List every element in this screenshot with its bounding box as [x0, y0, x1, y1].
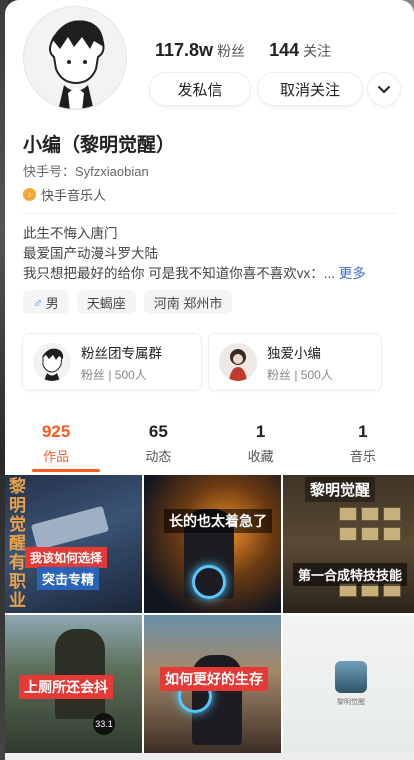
followers-label: 粉丝 — [217, 43, 246, 59]
bio-line: 我只想把最好的给你 可是我不知道你喜不喜欢vx：... 更多 — [23, 264, 403, 284]
profile-tabs: 925 作品 65 动态 1 收藏 1 音乐 — [5, 416, 414, 468]
video-thumbnail[interactable]: 黎明觉醒有职业 我该如何选择 突击专精 — [5, 475, 142, 613]
video-thumbnail[interactable]: 黎明觉醒 第一合成特技技能 — [283, 475, 414, 613]
group-title: 独爱小编 — [267, 345, 321, 361]
musician-badge-label: 快手音乐人 — [41, 188, 107, 203]
app-icon — [335, 661, 367, 693]
video-thumbnail[interactable]: 上厕所还会抖 33.1 — [5, 615, 142, 753]
character-graphic — [55, 629, 105, 719]
tab-music[interactable]: 1 音乐 — [312, 416, 414, 468]
video-caption: 长的也太着急了 — [164, 509, 272, 533]
group-subtitle: 粉丝 | 500人 — [267, 367, 333, 382]
profile-stats: 117.8w 粉丝 144 关注 — [155, 40, 331, 61]
video-badge: 33.1 — [93, 713, 115, 735]
zodiac-chip: 天蝎座 — [76, 290, 136, 314]
group-card[interactable]: 粉丝团专属群 粉丝 | 500人 — [23, 334, 201, 390]
tab-label: 音乐 — [349, 449, 376, 464]
divider — [23, 213, 395, 214]
tab-works[interactable]: 925 作品 — [5, 416, 107, 468]
video-caption: 突击专精 — [37, 567, 100, 590]
tab-moments[interactable]: 65 动态 — [107, 416, 209, 468]
video-caption: 如何更好的生存 — [160, 667, 268, 691]
group-avatar-illustration — [33, 343, 71, 381]
profile-chips: ♂ 男 天蝎座 河南 郑州市 — [23, 290, 233, 314]
inventory-slot — [383, 527, 401, 541]
tab-count: 1 — [358, 422, 368, 441]
video-caption: 第一合成特技技能 — [293, 563, 408, 586]
profile-name: 小编（黎明觉醒） — [23, 135, 176, 156]
musician-badge[interactable]: ♪ 快手音乐人 — [23, 185, 106, 204]
video-caption: 我该如何选择 — [25, 547, 108, 568]
followers-stat[interactable]: 117.8w 粉丝 — [155, 40, 245, 61]
tab-label: 动态 — [145, 449, 172, 464]
app-name: 黎明觉醒 — [337, 699, 365, 706]
profile-bio: 此生不悔入唐门 最爱国产动漫斗罗大陆 我只想把最好的给你 可是我不知道你喜不喜欢… — [23, 224, 403, 284]
fan-groups: 粉丝团专属群 粉丝 | 500人 独爱小编 粉丝 | 500人 — [23, 334, 381, 390]
inventory-slot — [339, 527, 357, 541]
weapon-graphic — [30, 505, 110, 551]
tab-label: 收藏 — [247, 449, 274, 464]
kuaishou-id: 快手号：Syfzxiaobian — [23, 164, 149, 179]
more-options-button[interactable] — [368, 73, 400, 105]
bio-line: 最爱国产动漫斗罗大陆 — [23, 246, 158, 261]
inventory-slot — [361, 507, 379, 521]
avatar-illustration — [24, 7, 126, 109]
avatar[interactable] — [23, 6, 127, 110]
bottom-strip — [5, 753, 414, 760]
video-title: 黎明觉醒 — [305, 477, 376, 502]
following-label: 关注 — [303, 43, 332, 59]
following-stat[interactable]: 144 关注 — [269, 40, 331, 61]
inventory-slot — [361, 527, 379, 541]
video-caption: 上厕所还会抖 — [19, 675, 113, 699]
video-grid: 黎明觉醒有职业 我该如何选择 突击专精 长的也太着急了 黎明觉醒 第一合成特技技… — [5, 475, 414, 753]
unfollow-button[interactable]: 取消关注 — [258, 73, 362, 105]
active-tab-indicator — [32, 469, 100, 472]
location-chip: 河南 郑州市 — [143, 290, 233, 314]
tab-count: 65 — [148, 422, 168, 441]
bio-more-link[interactable]: 更多 — [339, 266, 366, 281]
group-avatar — [219, 343, 257, 381]
tab-label: 作品 — [43, 449, 70, 464]
group-title: 粉丝团专属群 — [81, 345, 162, 361]
chevron-down-icon — [378, 86, 390, 93]
gender-chip: ♂ 男 — [23, 290, 69, 314]
video-thumbnail[interactable]: 如何更好的生存 — [144, 615, 281, 753]
male-icon: ♂ — [33, 294, 43, 310]
gender-label: 男 — [45, 295, 59, 311]
send-message-button[interactable]: 发私信 — [150, 73, 250, 105]
following-count: 144 — [269, 40, 300, 60]
video-vertical-title: 黎明觉醒有职业 — [9, 477, 26, 610]
followers-count: 117.8w — [155, 40, 214, 60]
video-thumbnail[interactable]: 长的也太着急了 — [144, 475, 281, 613]
glow-graphic — [192, 565, 226, 599]
inventory-slot — [383, 507, 401, 521]
group-avatar-illustration — [219, 343, 257, 381]
bio-line-text: 我只想把最好的给你 可是我不知道你喜不喜欢vx：... — [23, 266, 336, 281]
tab-favorites[interactable]: 1 收藏 — [210, 416, 312, 468]
group-card[interactable]: 独爱小编 粉丝 | 500人 — [209, 334, 381, 390]
inventory-slot — [339, 507, 357, 521]
group-avatar — [33, 343, 71, 381]
tab-count: 1 — [255, 422, 266, 441]
bio-line: 此生不悔入唐门 — [23, 226, 118, 241]
tab-count: 925 — [41, 422, 71, 441]
video-thumbnail[interactable]: 黎明觉醒 — [283, 615, 414, 753]
group-subtitle: 粉丝 | 500人 — [81, 367, 147, 382]
music-note-icon: ♪ — [23, 188, 36, 201]
profile-panel: 117.8w 粉丝 144 关注 发私信 取消关注 小编（黎明觉醒） 快手号：Syf… — [5, 0, 414, 760]
